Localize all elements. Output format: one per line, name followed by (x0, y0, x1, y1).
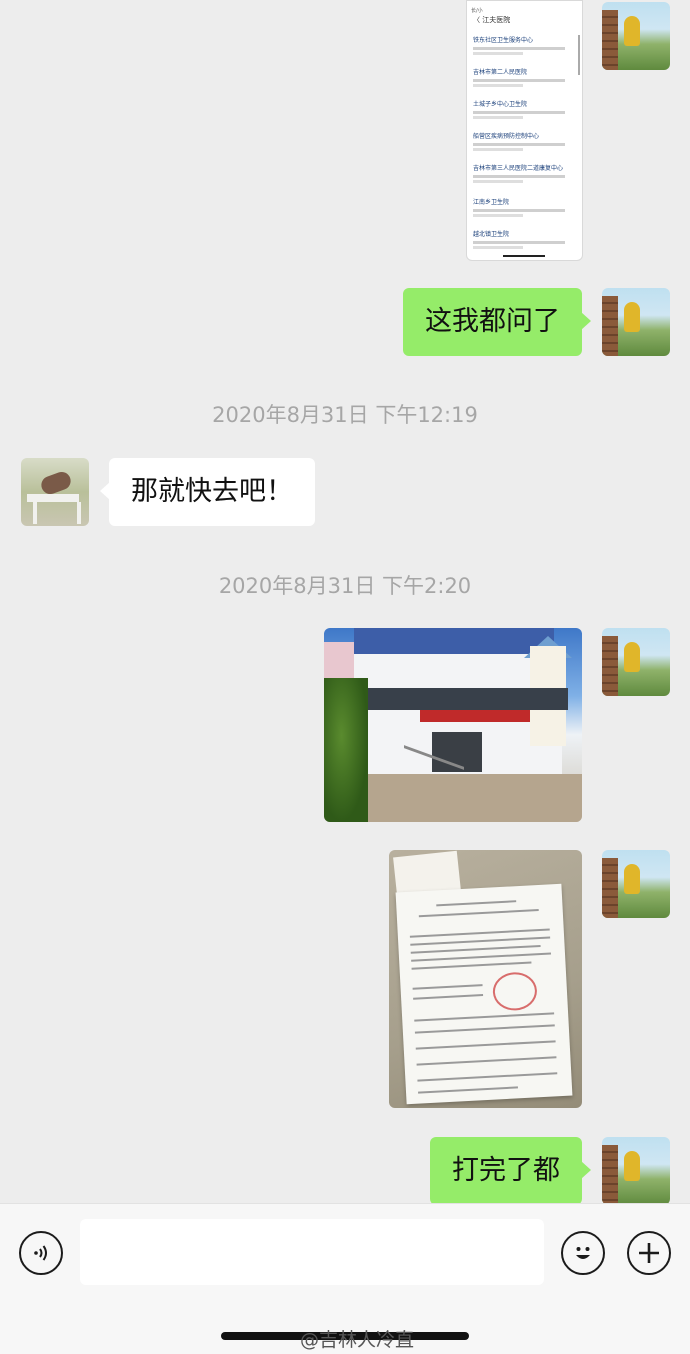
photo-message-clinic[interactable] (324, 628, 582, 822)
message-timestamp: 2020年8月31日 下午2:20 (218, 574, 472, 598)
my-avatar[interactable] (602, 628, 670, 696)
my-message-bubble[interactable]: 打完了都 (430, 1137, 591, 1203)
my-avatar[interactable] (602, 288, 670, 356)
message-timestamp: 2020年8月31日 下午12:19 (212, 403, 478, 427)
voice-icon[interactable] (19, 1231, 63, 1275)
screenshot-scrollbar (578, 35, 580, 75)
plus-icon[interactable] (627, 1231, 671, 1275)
screenshot-list-item: 越北镇卫生院 (473, 229, 573, 249)
input-bar: @吉林人冷直 (0, 1203, 690, 1354)
my-avatar[interactable] (602, 1137, 670, 1203)
screenshot-list-item: 铁东社区卫生服务中心 (473, 35, 573, 55)
my-avatar[interactable] (602, 2, 670, 70)
screenshot-home-indicator (503, 255, 545, 257)
message-input[interactable] (80, 1219, 544, 1285)
friend-message-bubble[interactable]: 那就快去吧！ (100, 458, 315, 526)
screenshot-status-bar: 长/小 (471, 8, 483, 14)
my-avatar[interactable] (602, 850, 670, 918)
my-message-bubble[interactable]: 这我都问了 (403, 288, 591, 356)
screenshot-header: 〈 江夫医院 (473, 16, 511, 24)
emoji-icon[interactable] (561, 1231, 605, 1275)
screenshot-image-message[interactable]: 长/小 〈 江夫医院 铁东社区卫生服务中心 吉林市第二人民医院 土城子乡中心卫生… (466, 0, 583, 261)
chat-area[interactable]: 长/小 〈 江夫医院 铁东社区卫生服务中心 吉林市第二人民医院 土城子乡中心卫生… (0, 0, 690, 1203)
watermark: @吉林人冷直 (300, 1329, 415, 1351)
screenshot-list-item: 吉林市第二人民医院 (473, 67, 573, 87)
screenshot-list-item: 吉林市第三人民医院二道康复中心 (473, 163, 573, 183)
screenshot-list-item: 土城子乡中心卫生院 (473, 99, 573, 119)
screenshot-list-item: 江南乡卫生院 (473, 197, 573, 217)
photo-message-vaccination-form[interactable] (389, 850, 582, 1108)
screenshot-list-item: 船营区疾病预防控制中心 (473, 131, 573, 151)
friend-avatar[interactable] (21, 458, 89, 526)
